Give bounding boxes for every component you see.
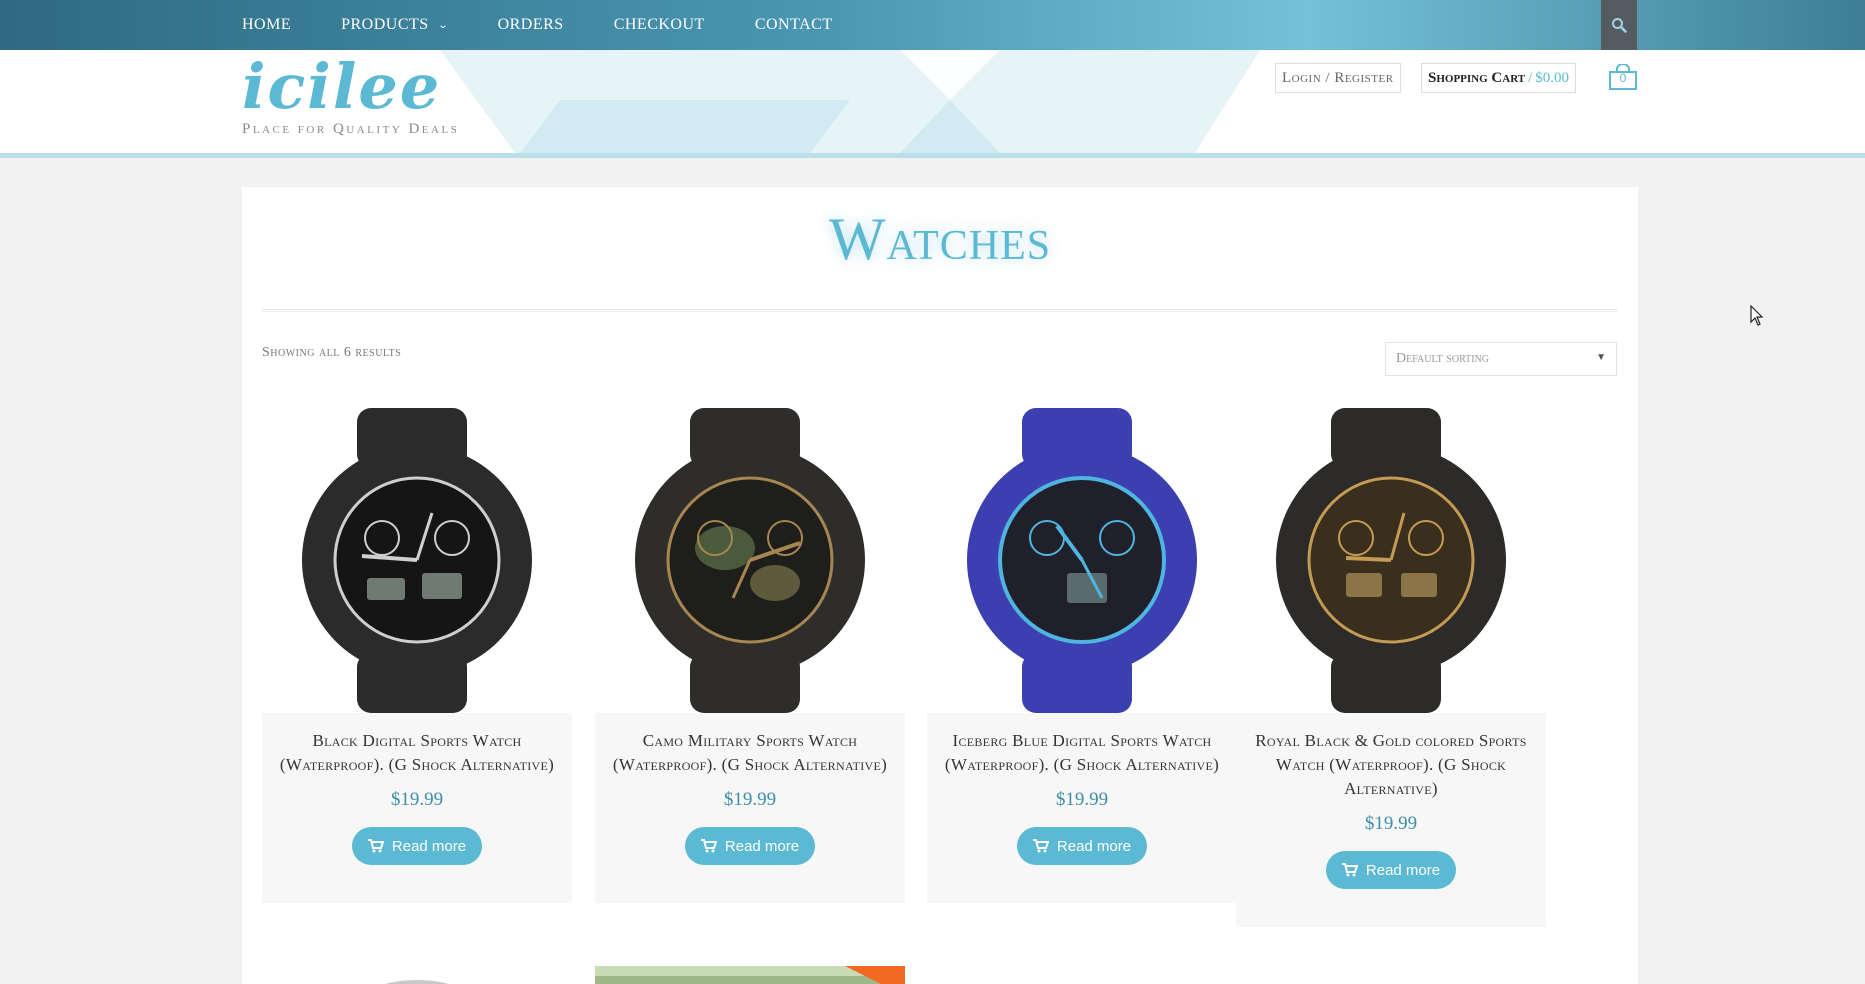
read-more-button[interactable]: Read more — [685, 827, 815, 865]
product-image-partial[interactable] — [595, 966, 905, 984]
product-image[interactable] — [595, 408, 905, 713]
cart-icon — [1032, 839, 1049, 853]
mouse-cursor-icon — [1750, 305, 1764, 326]
watch-icon — [967, 408, 1197, 713]
cart-icon — [1341, 863, 1358, 877]
read-more-button[interactable]: Read more — [1017, 827, 1147, 865]
search-button[interactable] — [1601, 0, 1637, 50]
site-tagline: Place for Quality Deals — [242, 121, 460, 137]
watch-icon — [1276, 408, 1506, 713]
login-register-link[interactable]: Login / Register — [1275, 63, 1401, 93]
product-info: Royal Black & Gold colored Sports Watch … — [1236, 713, 1546, 927]
cart-icon — [700, 839, 717, 853]
product-info: Camo Military Sports Watch (Waterproof).… — [595, 713, 905, 903]
product-name[interactable]: Royal Black & Gold colored Sports Watch … — [1236, 713, 1546, 801]
watch-icon — [635, 408, 865, 713]
read-more-label: Read more — [391, 837, 467, 855]
nav-checkout[interactable]: Checkout — [614, 16, 705, 34]
nav-checkout-label: Checkout — [613, 16, 705, 33]
nav-orders[interactable]: Orders — [498, 16, 564, 34]
product-image-partial[interactable] — [262, 968, 572, 984]
main-nav: Home Products ⌄ Orders Checkout Contact — [242, 0, 883, 50]
result-count: Showing all 6 results — [262, 345, 402, 360]
cart-label: Shopping Cart — [1428, 69, 1526, 86]
title-divider — [262, 309, 1617, 312]
nav-products[interactable]: Products ⌄ — [341, 16, 449, 34]
product-price: $19.99 — [1055, 789, 1109, 810]
nav-orders-label: Orders — [497, 16, 564, 33]
product-photo-icon — [595, 966, 905, 984]
cart-total: $0.00 — [1535, 69, 1570, 86]
search-icon — [1612, 18, 1627, 33]
product-name[interactable]: Camo Military Sports Watch (Waterproof).… — [595, 713, 905, 777]
sort-selected-value: Default sorting — [1396, 351, 1490, 366]
nav-products-label: Products — [341, 16, 429, 33]
shopping-cart-link[interactable]: Shopping Cart / $0.00 — [1421, 63, 1577, 93]
nav-home-label: Home — [242, 16, 292, 33]
dropdown-arrow-icon: ▼ — [1596, 352, 1606, 363]
product-image[interactable] — [1236, 408, 1546, 713]
read-more-label: Read more — [724, 837, 800, 855]
cart-separator: / — [1528, 69, 1533, 86]
read-more-button[interactable]: Read more — [352, 827, 482, 865]
product-name[interactable]: Iceberg Blue Digital Sports Watch (Water… — [927, 713, 1237, 777]
read-more-label: Read more — [1056, 837, 1132, 855]
cart-icon — [367, 839, 384, 853]
read-more-label: Read more — [1365, 861, 1441, 879]
nav-contact[interactable]: Contact — [755, 16, 833, 34]
nav-home[interactable]: Home — [242, 16, 291, 34]
watch-icon — [385, 980, 449, 984]
top-nav-bar: Home Products ⌄ Orders Checkout Contact — [0, 0, 1865, 50]
header-divider — [0, 153, 1865, 158]
product-price: $19.99 — [390, 789, 444, 810]
nav-contact-label: Contact — [754, 16, 833, 33]
sort-select[interactable]: Default sorting ▼ — [1385, 342, 1617, 376]
watch-icon — [302, 408, 532, 713]
chevron-down-icon: ⌄ — [437, 19, 449, 31]
cart-bag-icon[interactable]: 0 — [1609, 63, 1637, 90]
product-image[interactable] — [262, 408, 572, 713]
read-more-button[interactable]: Read more — [1326, 851, 1456, 889]
product-price: $19.99 — [723, 789, 777, 810]
product-image[interactable] — [927, 408, 1237, 713]
product-name[interactable]: Black Digital Sports Watch (Waterproof).… — [262, 713, 572, 777]
product-info: Iceberg Blue Digital Sports Watch (Water… — [927, 713, 1237, 903]
site-logo[interactable]: icilee — [242, 50, 441, 123]
product-price: $19.99 — [1364, 813, 1418, 834]
cart-count: 0 — [1619, 71, 1627, 85]
product-info: Black Digital Sports Watch (Waterproof).… — [262, 713, 572, 903]
page-title: Watches — [828, 206, 1052, 272]
